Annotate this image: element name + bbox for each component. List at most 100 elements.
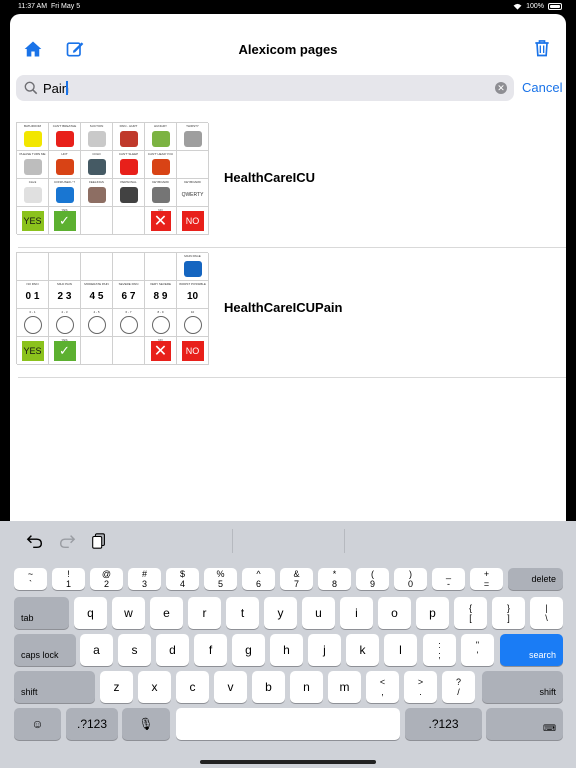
key-glyphs: ! 1 — [66, 569, 71, 589]
key-j[interactable]: j — [308, 634, 341, 666]
key-`[interactable]: ~ ` — [14, 568, 47, 590]
key-c[interactable]: c — [176, 671, 209, 703]
text-caret — [66, 81, 68, 95]
key-5[interactable]: % 5 — [204, 568, 237, 590]
key-shift-glyph: & — [293, 569, 300, 579]
key-label: j — [323, 643, 326, 657]
key-u[interactable]: u — [302, 597, 335, 629]
key--[interactable]: _ - — [432, 568, 465, 590]
trash-icon[interactable] — [532, 38, 552, 58]
result-row[interactable]: MAIN PAGE NO PAIN 0 1 MILD PAIN 2 3 MODERATE … — [10, 248, 566, 378]
key-e[interactable]: e — [150, 597, 183, 629]
face-icon — [151, 315, 170, 334]
search-field[interactable]: ✕ — [16, 75, 514, 101]
search-row: ✕ Cancel — [10, 72, 566, 106]
key-x[interactable]: x — [138, 671, 171, 703]
key-label: v — [227, 680, 234, 694]
search-key[interactable]: search — [500, 634, 563, 666]
key-y[interactable]: y — [264, 597, 297, 629]
key-glyphs: >. — [418, 677, 423, 697]
key-0[interactable]: ) 0 — [394, 568, 427, 590]
key-9[interactable]: (9 — [356, 568, 389, 590]
key-g[interactable]: g — [232, 634, 265, 666]
key-f[interactable]: f — [194, 634, 227, 666]
key-shift-glyph: @ — [101, 569, 112, 579]
key-[[interactable]: {[ — [454, 597, 487, 629]
numbers-right-key[interactable]: .?123 — [405, 708, 482, 740]
key-glyphs: ) 0 — [408, 569, 413, 589]
key-o[interactable]: o — [378, 597, 411, 629]
key-3[interactable]: #3 — [128, 568, 161, 590]
key-a[interactable]: a — [80, 634, 113, 666]
key-v[interactable]: v — [214, 671, 247, 703]
key-b[interactable]: b — [252, 671, 285, 703]
key-d[interactable]: d — [156, 634, 189, 666]
emoji-key[interactable]: ☺ — [14, 708, 61, 740]
key-;[interactable]: :; — [423, 634, 456, 666]
key-=[interactable]: + = — [470, 568, 503, 590]
cell-picture — [55, 130, 74, 147]
key-2[interactable]: @2 — [90, 568, 123, 590]
key-w[interactable]: w — [112, 597, 145, 629]
face-icon — [119, 315, 138, 334]
key-h[interactable]: h — [270, 634, 303, 666]
key-s[interactable]: s — [118, 634, 151, 666]
paste-icon[interactable] — [90, 532, 108, 550]
key-m[interactable]: m — [328, 671, 361, 703]
thumbnail-cell — [177, 151, 209, 179]
key-label: ☺ — [31, 717, 44, 731]
key-][interactable]: }] — [492, 597, 525, 629]
pain-number: 8 9 — [153, 290, 168, 302]
key-t[interactable]: t — [226, 597, 259, 629]
key-shift-glyph: + — [483, 569, 490, 579]
key-1[interactable]: ! 1 — [52, 568, 85, 590]
thumbnail-cell: HUNGRY — [145, 123, 177, 151]
key-i[interactable]: i — [340, 597, 373, 629]
key-shift-glyph: # — [141, 569, 147, 579]
key-shift-glyph: ? — [455, 677, 461, 687]
keyboard-toolbar — [0, 521, 576, 561]
key-z[interactable]: z — [100, 671, 133, 703]
tab-key[interactable]: tab — [14, 597, 69, 629]
hide-keyboard-key[interactable]: ⌨ — [486, 708, 563, 740]
caps-lock-key[interactable]: caps lock — [14, 634, 76, 666]
redo-icon[interactable] — [58, 532, 76, 550]
key-8[interactable]: * 8 — [318, 568, 351, 590]
undo-icon[interactable] — [26, 532, 44, 550]
key-'[interactable]: " ' — [461, 634, 494, 666]
key-k[interactable]: k — [346, 634, 379, 666]
key-/[interactable]: ? / — [442, 671, 475, 703]
dictation-key[interactable]: 🎙 — [122, 708, 170, 740]
shift-right-key[interactable]: shift — [482, 671, 563, 703]
key-7[interactable]: & 7 — [280, 568, 313, 590]
key-q[interactable]: q — [74, 597, 107, 629]
key-6[interactable]: ^ 6 — [242, 568, 275, 590]
thumbnail-cell: MAIN PAGE — [177, 253, 209, 281]
key-n[interactable]: n — [290, 671, 323, 703]
thumbnail-cell: HOT — [49, 151, 81, 179]
cell-caption: CAN'T HEAR YOU — [147, 152, 174, 156]
page-thumbnail: MAIN PAGE NO PAIN 0 1 MILD PAIN 2 3 MODERATE … — [16, 252, 209, 365]
thumbnail-cell: NO ✕ — [145, 337, 177, 365]
battery-icon — [548, 3, 562, 10]
key-\[interactable]: | \ — [530, 597, 563, 629]
result-row[interactable]: BATHROOM CAN'T BREATHE SUCTION PAIN - HURT H… — [10, 118, 566, 248]
cell-caption: BATHROOM — [23, 124, 42, 128]
key-,[interactable]: <, — [366, 671, 399, 703]
search-input[interactable] — [43, 79, 483, 97]
key-label: g — [245, 643, 252, 657]
key-.[interactable]: >. — [404, 671, 437, 703]
clear-search-icon[interactable]: ✕ — [495, 82, 507, 94]
key-p[interactable]: p — [416, 597, 449, 629]
thumbnail-cell — [113, 337, 145, 365]
delete-key[interactable]: delete — [508, 568, 563, 590]
key-4[interactable]: $4 — [166, 568, 199, 590]
cell-caption: 8 - 9 — [157, 310, 164, 314]
pain-number: 2 3 — [57, 290, 72, 302]
key-r[interactable]: r — [188, 597, 221, 629]
space-key[interactable] — [176, 708, 400, 740]
cancel-button[interactable]: Cancel — [522, 80, 562, 95]
key-l[interactable]: l — [384, 634, 417, 666]
numbers-left-key[interactable]: .?123 — [66, 708, 118, 740]
shift-left-key[interactable]: shift — [14, 671, 95, 703]
